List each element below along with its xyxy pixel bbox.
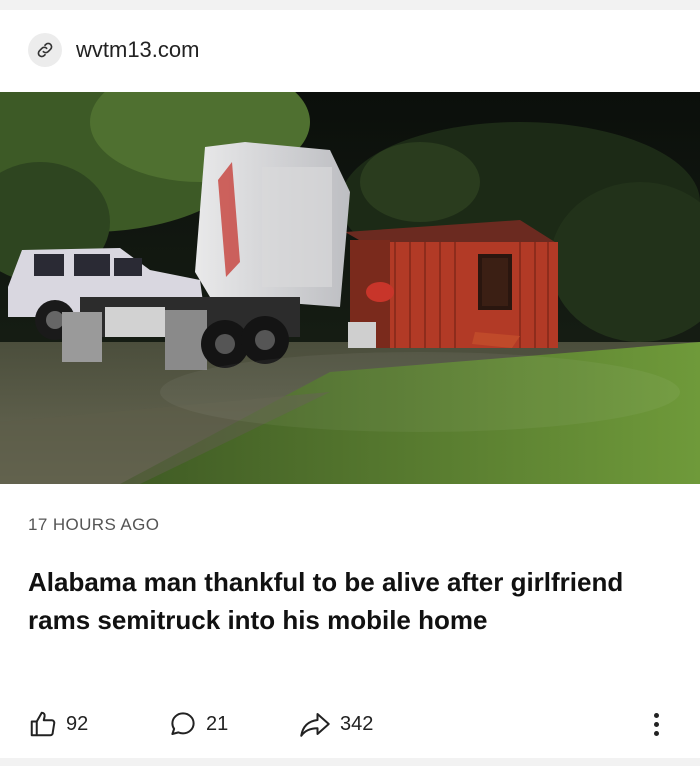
share-icon	[300, 713, 330, 737]
comment-button[interactable]: 21	[168, 708, 228, 740]
news-card[interactable]: wvtm13.com 17 HOURS AGO Alabama man than…	[0, 10, 700, 758]
like-count: 92	[66, 712, 89, 735]
like-button[interactable]: 92	[28, 708, 88, 740]
article-photo-illustration	[0, 92, 700, 484]
link-icon	[28, 33, 62, 67]
timestamp: 17 HOURS AGO	[28, 515, 160, 534]
share-count: 342	[340, 712, 374, 735]
thumbs-up-icon	[30, 711, 56, 737]
article-image[interactable]	[0, 92, 700, 484]
comment-icon	[171, 712, 195, 735]
share-button[interactable]: 342	[298, 708, 373, 740]
source-domain[interactable]: wvtm13.com	[76, 37, 199, 63]
source-row[interactable]: wvtm13.com	[28, 33, 199, 67]
action-bar: 92 21 342	[28, 708, 668, 740]
headline[interactable]: Alabama man thankful to be alive after g…	[28, 563, 678, 639]
more-vertical-icon[interactable]	[644, 708, 668, 740]
comment-count: 21	[206, 712, 229, 735]
